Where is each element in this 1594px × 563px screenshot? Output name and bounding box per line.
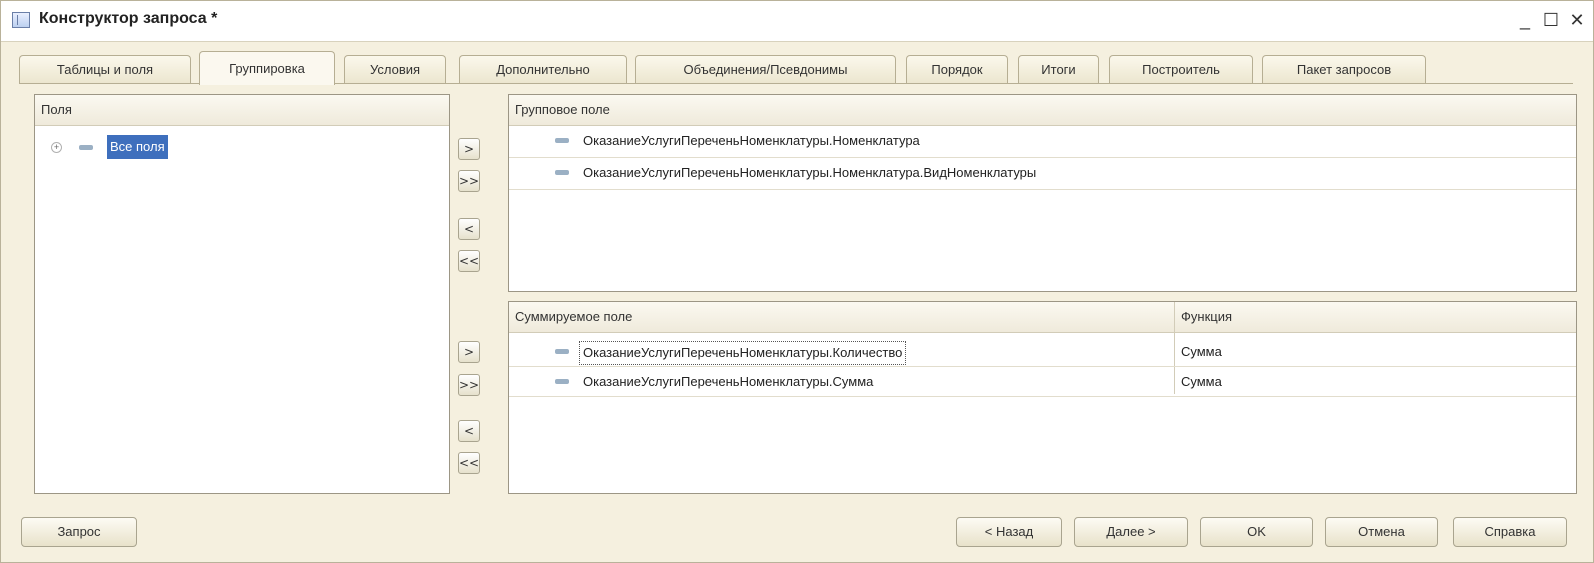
tab-order[interactable]: Порядок	[906, 55, 1008, 83]
add-all-sum-fields-button[interactable]: >>	[458, 374, 480, 396]
group-field-row[interactable]: ОказаниеУслугиПереченьНоменклатуры.Номен…	[509, 129, 1576, 153]
row-divider	[509, 396, 1576, 397]
field-icon	[555, 349, 569, 354]
title-bar: Конструктор запроса * _ ☐ ✕	[1, 1, 1593, 42]
tab-additional[interactable]: Дополнительно	[459, 55, 627, 83]
group-field-label: ОказаниеУслугиПереченьНоменклатуры.Номен…	[583, 133, 920, 148]
function-column-header[interactable]: Функция	[1181, 302, 1232, 332]
sum-field-label: ОказаниеУслугиПереченьНоменклатуры.Колич…	[579, 341, 907, 365]
field-icon	[79, 145, 93, 150]
plus-expand-icon[interactable]: +	[51, 142, 62, 153]
group-fields-panel[interactable]: Групповое поле ОказаниеУслугиПереченьНом…	[508, 94, 1577, 292]
group-field-label: ОказаниеУслугиПереченьНоменклатуры.Номен…	[583, 165, 1037, 180]
sum-field-row[interactable]: ОказаниеУслугиПереченьНоменклатуры.Сумма…	[509, 370, 1576, 394]
field-icon	[555, 170, 569, 175]
tab-tables-and-fields[interactable]: Таблицы и поля	[19, 55, 191, 83]
tab-totals[interactable]: Итоги	[1018, 55, 1099, 83]
add-all-group-fields-button[interactable]: >>	[458, 170, 480, 192]
sum-function-value[interactable]: Сумма	[1181, 340, 1222, 364]
add-sum-field-button[interactable]: >	[458, 341, 480, 363]
remove-all-sum-fields-button[interactable]: <<	[458, 452, 480, 474]
cancel-button[interactable]: Отмена	[1325, 517, 1438, 547]
sum-field-row[interactable]: ОказаниеУслугиПереченьНоменклатуры.Колич…	[509, 340, 1576, 365]
group-field-row[interactable]: ОказаниеУслугиПереченьНоменклатуры.Номен…	[509, 161, 1576, 185]
tab-query-batch[interactable]: Пакет запросов	[1262, 55, 1426, 83]
sum-fields-panel[interactable]: Суммируемое поле Функция ОказаниеУслугиП…	[508, 301, 1577, 494]
close-button[interactable]: ✕	[1565, 9, 1589, 31]
tab-conditions[interactable]: Условия	[344, 55, 446, 83]
help-button[interactable]: Справка	[1453, 517, 1567, 547]
sum-function-value[interactable]: Сумма	[1181, 370, 1222, 394]
minimize-button[interactable]: _	[1513, 9, 1537, 31]
remove-group-field-button[interactable]: <	[458, 218, 480, 240]
tab-builder[interactable]: Построитель	[1109, 55, 1253, 83]
sum-fields-header: Суммируемое поле Функция	[509, 302, 1576, 333]
row-divider	[509, 366, 1576, 367]
remove-all-group-fields-button[interactable]: <<	[458, 250, 480, 272]
window-title: Конструктор запроса *	[39, 10, 218, 27]
tab-unions-aliases[interactable]: Объединения/Псевдонимы	[635, 55, 896, 83]
back-button[interactable]: < Назад	[956, 517, 1062, 547]
remove-sum-field-button[interactable]: <	[458, 420, 480, 442]
ok-button[interactable]: OK	[1200, 517, 1313, 547]
tree-item-label: Все поля	[107, 135, 168, 159]
query-constructor-window: Конструктор запроса * _ ☐ ✕ Таблицы и по…	[0, 0, 1594, 563]
tab-grouping[interactable]: Группировка	[199, 51, 335, 85]
row-divider	[509, 189, 1576, 190]
field-icon	[555, 379, 569, 384]
query-window-icon	[12, 12, 30, 28]
fields-panel-header: Поля	[35, 95, 449, 126]
sum-field-column-header[interactable]: Суммируемое поле	[515, 309, 632, 324]
tree-item-all-fields[interactable]: + Все поля	[45, 135, 435, 159]
row-divider	[509, 157, 1576, 158]
add-group-field-button[interactable]: >	[458, 138, 480, 160]
query-button[interactable]: Запрос	[21, 517, 137, 547]
sum-field-label: ОказаниеУслугиПереченьНоменклатуры.Сумма	[583, 374, 874, 389]
fields-panel[interactable]: Поля + Все поля	[34, 94, 450, 494]
maximize-button[interactable]: ☐	[1539, 9, 1563, 31]
group-fields-header: Групповое поле	[509, 95, 1576, 126]
next-button[interactable]: Далее >	[1074, 517, 1188, 547]
field-icon	[555, 138, 569, 143]
